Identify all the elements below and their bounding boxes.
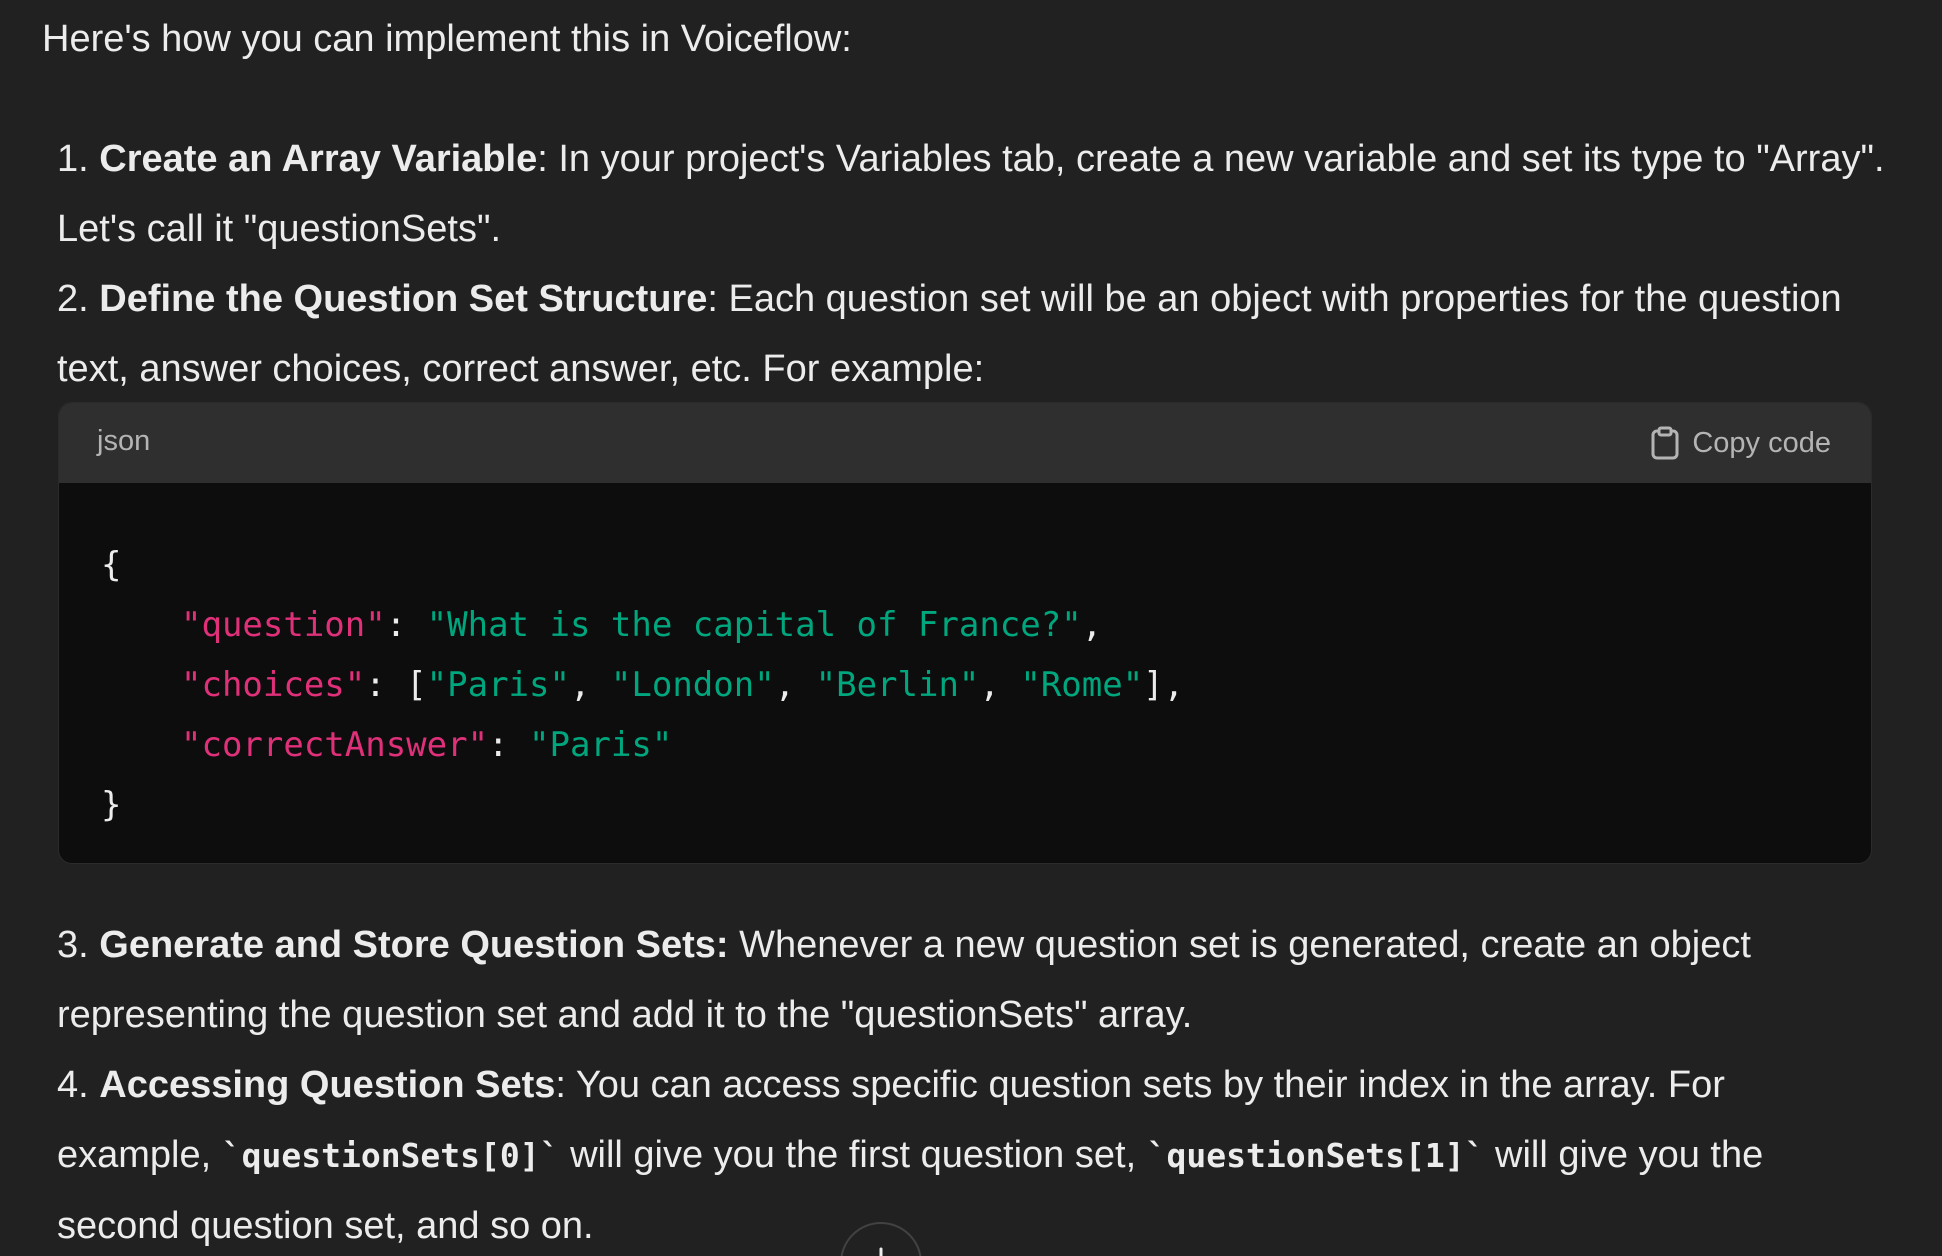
code-line: }	[101, 785, 122, 825]
step-separator: :	[707, 278, 718, 320]
json-punctuation: ,	[774, 665, 816, 705]
code-line: {	[101, 545, 122, 585]
arrow-down-icon	[879, 1247, 883, 1256]
copy-code-button[interactable]: Copy code	[1650, 421, 1831, 465]
json-string: "London"	[610, 665, 775, 705]
inline-code: `questionSets[0]`	[221, 1136, 560, 1175]
copy-code-label: Copy code	[1692, 426, 1831, 459]
step-2: 2. Define the Question Set Structure: Ea…	[57, 264, 1887, 404]
intro-text: Here's how you can implement this in Voi…	[42, 18, 852, 60]
step-text: will give you the first question set,	[559, 1134, 1147, 1176]
code-line: "question": "What is the capital of Fran…	[181, 595, 1102, 655]
step-number: 4.	[57, 1064, 89, 1106]
json-key: "correctAnswer"	[181, 725, 489, 765]
json-punctuation: ,	[569, 665, 611, 705]
json-string: "Paris"	[529, 725, 673, 765]
step-title: Define the Question Set Structure	[99, 278, 708, 320]
json-string: "Paris"	[426, 665, 570, 705]
step-title: Generate and Store Question Sets:	[99, 924, 729, 966]
code-line: "choices": ["Paris", "London", "Berlin",…	[181, 655, 1184, 715]
json-punctuation: ,	[1081, 605, 1103, 645]
json-key: "choices"	[181, 665, 366, 705]
json-string: "Rome"	[1020, 665, 1144, 705]
step-number: 2.	[57, 278, 89, 320]
json-key: "question"	[181, 605, 386, 645]
json-string: "Berlin"	[815, 665, 980, 705]
json-punctuation: : [	[365, 665, 427, 705]
step-1: 1. Create an Array Variable: In your pro…	[57, 124, 1887, 264]
step-title: Create an Array Variable	[99, 138, 538, 180]
step-separator: :	[555, 1064, 566, 1106]
clipboard-icon	[1650, 426, 1680, 460]
step-title: Accessing Question Sets	[99, 1064, 556, 1106]
assistant-message: Here's how you can implement this in Voi…	[0, 0, 1942, 1256]
step-separator: :	[537, 138, 548, 180]
json-punctuation: ],	[1143, 665, 1185, 705]
step-4: 4. Accessing Question Sets: You can acce…	[57, 1050, 1887, 1256]
code-language-label: json	[97, 425, 151, 457]
json-string: "What is the capital of France?"	[426, 605, 1082, 645]
json-punctuation: :	[488, 725, 529, 765]
code-line: "correctAnswer": "Paris"	[181, 715, 672, 775]
step-number: 3.	[57, 924, 89, 966]
json-punctuation: ,	[979, 665, 1021, 705]
code-header: json Copy code	[59, 403, 1871, 483]
json-punctuation: :	[385, 605, 427, 645]
step-3: 3. Generate and Store Question Sets: Whe…	[57, 910, 1887, 1050]
step-number: 1.	[57, 138, 89, 180]
inline-code: `questionSets[1]`	[1146, 1136, 1485, 1175]
code-block: json Copy code { "question": "What is th…	[58, 402, 1872, 864]
